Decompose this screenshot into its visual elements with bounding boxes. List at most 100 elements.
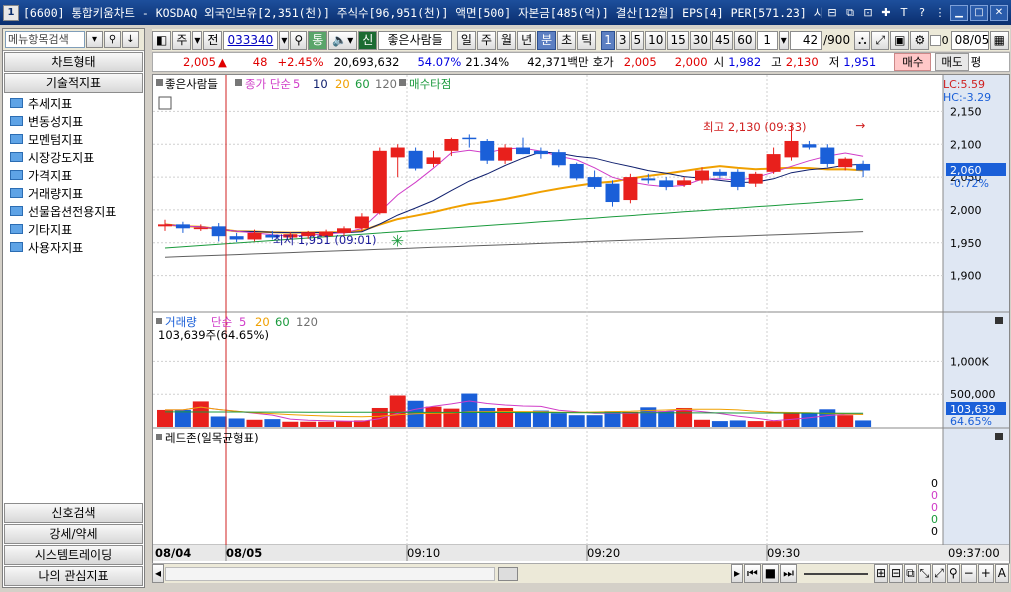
vol-legend[interactable]: 거래량	[165, 315, 197, 329]
tree-item[interactable]: 시장강도지표	[3, 148, 144, 166]
first-icon[interactable]: ⏮	[743, 564, 761, 583]
zoom-icon[interactable]: ⤢	[871, 30, 890, 50]
text-tool-icon[interactable]: A	[994, 564, 1009, 583]
help-icon[interactable]: ?	[914, 5, 930, 21]
minute-tab[interactable]: 5	[630, 30, 645, 50]
credit-badge[interactable]: 신	[358, 30, 378, 50]
redzone-legend[interactable]: 레드존(일목균형표)	[165, 431, 259, 445]
tong-button[interactable]: 통	[308, 30, 328, 50]
y-tick-label: 2,150	[950, 105, 982, 118]
stock-code-input[interactable]: 033340	[223, 30, 279, 50]
zoom-in-icon[interactable]: +	[977, 564, 994, 583]
tree-item[interactable]: 기타지표	[3, 220, 144, 238]
menu-icon[interactable]: ⋮	[932, 5, 948, 21]
chart-svg[interactable]: 2,1502,1002,0502,0001,9501,900 ✳→ 1,000K…	[153, 75, 1009, 573]
chevron-down-icon[interactable]: ▾	[86, 31, 103, 48]
minute-tab[interactable]: 30	[689, 30, 712, 50]
tree-item[interactable]: 사용자지표	[3, 238, 144, 256]
speaker-icon[interactable]: 🔈▾	[328, 30, 358, 50]
chevron-down-icon[interactable]: ▾	[778, 30, 789, 50]
chart-area[interactable]: 2,150 2,100 2,050 2,000 1,950 1,900 ✳ → 1,000K…	[152, 74, 1010, 574]
tree-item[interactable]: 변동성지표	[3, 112, 144, 130]
period-select[interactable]: 주	[172, 30, 192, 50]
chevron-down-icon[interactable]: ▾	[192, 30, 203, 50]
chevron-down-icon[interactable]: ▾	[279, 30, 290, 50]
scroll-left-icon[interactable]: ◂	[152, 564, 165, 583]
step-select[interactable]: 1	[756, 30, 778, 50]
last-icon[interactable]: ⏭	[780, 564, 797, 583]
checkbox[interactable]	[930, 34, 941, 46]
tool-icon[interactable]: ⤡	[917, 564, 932, 583]
period-tabs: 일주월년분초틱	[456, 30, 597, 50]
link-icon[interactable]: ⊟	[824, 5, 840, 21]
indicator-icon[interactable]: ⛬	[854, 30, 871, 50]
maximize-icon[interactable]: □	[970, 4, 988, 21]
minute-tab[interactable]: 3	[615, 30, 630, 50]
sell-button[interactable]: 매도	[935, 53, 969, 71]
calendar-icon[interactable]: ▦	[989, 30, 1009, 50]
menu-search-input[interactable]: 메뉴항목검색	[5, 31, 85, 48]
close-icon[interactable]: ✕	[990, 4, 1008, 21]
tool-icon[interactable]: ⊟	[889, 564, 904, 583]
search-icon[interactable]: ⚲	[290, 30, 308, 50]
close-panel-icon[interactable]	[995, 317, 1003, 324]
period-tab[interactable]: 틱	[577, 30, 597, 50]
minimize-icon[interactable]: ▁	[950, 4, 968, 21]
scroll-right-icon[interactable]: ▸	[730, 564, 743, 583]
restore-icon[interactable]: ⊡	[860, 5, 876, 21]
minute-tab[interactable]: 10	[645, 30, 667, 50]
save-icon[interactable]: ▣	[890, 30, 910, 50]
tool-icon[interactable]: ⊞	[873, 564, 888, 583]
tree-item[interactable]: 추세지표	[3, 94, 144, 112]
pin-icon[interactable]: ✚	[878, 5, 894, 21]
my-indicator-button[interactable]: 나의 관심지표	[4, 566, 143, 586]
magnify-icon[interactable]: ⚲	[946, 564, 960, 583]
buy-button[interactable]: 매수	[894, 53, 932, 71]
avg-button[interactable]: 평	[971, 54, 982, 70]
date-input[interactable]: 08/05	[950, 30, 989, 50]
grid-toggle-icon[interactable]	[158, 96, 172, 110]
signal-search-button[interactable]: 신호검색	[4, 503, 143, 523]
period-tab[interactable]: 년	[517, 30, 537, 50]
folder-icon	[10, 188, 23, 198]
zoom-slider[interactable]	[803, 572, 868, 575]
minute-tab[interactable]: 60	[734, 30, 756, 50]
tree-item[interactable]: 선물옵션전용지표	[3, 202, 144, 220]
zoom-out-icon[interactable]: −	[960, 564, 977, 583]
text-icon[interactable]: T	[896, 5, 912, 21]
tool-icon[interactable]: ⧉	[904, 564, 917, 583]
period-tab[interactable]: 주	[476, 30, 497, 50]
close-panel-icon[interactable]	[995, 433, 1003, 440]
period-tab[interactable]: 분	[537, 30, 557, 50]
strength-button[interactable]: 강세/약세	[4, 524, 143, 544]
settings-icon[interactable]: ⚙	[910, 30, 930, 50]
minute-tab[interactable]: 45	[712, 30, 734, 50]
period-tab[interactable]: 월	[497, 30, 517, 50]
toggle-icon[interactable]: ◧	[152, 30, 172, 50]
tree-item[interactable]: 가격지표	[3, 166, 144, 184]
period-tab[interactable]: 초	[557, 30, 577, 50]
volume-bar	[586, 415, 603, 427]
legend-ma-label[interactable]: 종가 단순	[245, 77, 291, 91]
chart-type-button[interactable]: 차트형태	[4, 52, 143, 72]
scroll-track[interactable]	[165, 566, 519, 581]
legend-signal[interactable]: 매수타점	[409, 77, 451, 91]
tree-item[interactable]: 거래량지표	[3, 184, 144, 202]
system-trading-button[interactable]: 시스템트레이딩	[4, 545, 143, 565]
tool-icon[interactable]: ⤢	[932, 564, 946, 583]
count-input[interactable]: 42	[789, 30, 823, 50]
arrow-down-icon[interactable]: ↓	[122, 31, 139, 48]
period-tab[interactable]: 일	[456, 30, 476, 50]
tree-item[interactable]: 모멘텀지표	[3, 130, 144, 148]
minute-tab[interactable]: 1	[601, 30, 615, 50]
search-icon[interactable]: ⚲	[104, 31, 121, 48]
minute-tab[interactable]: 15	[667, 30, 689, 50]
prev-button[interactable]: 전	[203, 30, 223, 50]
stock-name[interactable]: 좋은사람들	[378, 30, 452, 50]
technical-indicator-button[interactable]: 기술적지표	[4, 73, 143, 93]
legend-stock-name[interactable]: 좋은사람들	[165, 77, 218, 91]
x-axis-bg	[153, 545, 1009, 561]
copy-icon[interactable]: ⧉	[842, 5, 858, 21]
stop-icon[interactable]: ■	[761, 564, 780, 583]
scroll-thumb[interactable]	[498, 566, 519, 581]
